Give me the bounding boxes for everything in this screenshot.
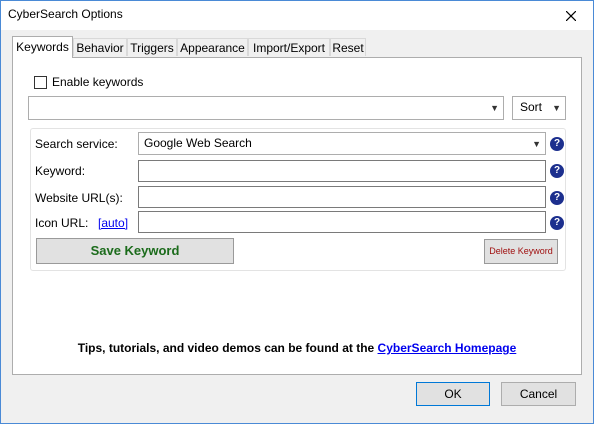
keywords-panel: Enable keywords ▼ Sort ▼ Search service:… (12, 57, 582, 375)
website-url-help-icon[interactable]: ? (550, 191, 564, 205)
tab-triggers[interactable]: Triggers (127, 38, 177, 56)
homepage-link[interactable]: CyberSearch Homepage (378, 341, 517, 355)
search-service-label: Search service: (35, 137, 118, 151)
options-dialog: CyberSearch Options Keywords Behavior Tr… (0, 0, 594, 424)
title-bar: CyberSearch Options (1, 1, 593, 30)
delete-keyword-button[interactable]: Delete Keyword (484, 239, 558, 264)
enable-keywords-label: Enable keywords (52, 75, 144, 89)
tab-reset[interactable]: Reset (330, 38, 366, 56)
save-keyword-button[interactable]: Save Keyword (36, 238, 234, 264)
tips-text: Tips, tutorials, and video demos can be … (13, 341, 581, 355)
keyword-label: Keyword: (35, 164, 86, 178)
search-service-select[interactable]: Google Web Search ▼ (138, 132, 546, 155)
search-service-help-icon[interactable]: ? (550, 137, 564, 151)
ok-button[interactable]: OK (416, 382, 490, 406)
tab-keywords[interactable]: Keywords (12, 36, 73, 58)
keyword-input[interactable] (138, 160, 546, 182)
close-button[interactable] (548, 1, 593, 30)
website-url-input[interactable] (138, 186, 546, 208)
icon-url-help-icon[interactable]: ? (550, 216, 564, 230)
website-url-label: Website URL(s): (35, 191, 123, 205)
cancel-button[interactable]: Cancel (501, 382, 576, 406)
tab-appearance[interactable]: Appearance (177, 38, 248, 56)
chevron-down-icon: ▼ (552, 103, 561, 113)
search-service-value: Google Web Search (144, 136, 252, 150)
chevron-down-icon: ▼ (532, 138, 541, 149)
icon-auto-link[interactable]: [auto] (98, 216, 128, 230)
chevron-down-icon: ▼ (490, 103, 499, 113)
keyword-select[interactable]: ▼ (28, 96, 504, 120)
enable-keywords-checkbox[interactable] (34, 76, 47, 89)
tab-behavior[interactable]: Behavior (73, 38, 127, 56)
window-title: CyberSearch Options (8, 7, 123, 21)
sort-select-value: Sort (520, 100, 543, 114)
sort-select[interactable]: Sort ▼ (512, 96, 566, 120)
close-icon (565, 10, 576, 21)
icon-url-label: Icon URL: (35, 216, 89, 230)
icon-url-input[interactable] (138, 211, 546, 233)
tips-message: Tips, tutorials, and video demos can be … (77, 341, 375, 355)
keyword-help-icon[interactable]: ? (550, 164, 564, 178)
tab-import-export[interactable]: Import/Export (248, 38, 330, 56)
